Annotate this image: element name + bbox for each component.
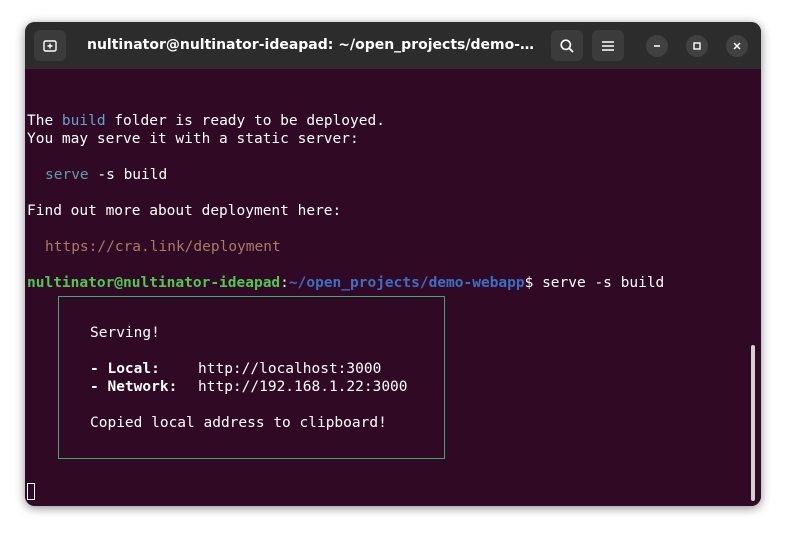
title-bar: nultinator@nultinator-ideapad: ~/open_pr… (25, 22, 761, 69)
serve-keyword: serve (45, 167, 89, 183)
output-line-deployment-info: Find out more about deployment here: (27, 203, 342, 219)
hamburger-menu-icon (602, 40, 614, 51)
maximize-button[interactable] (686, 35, 708, 57)
text-segment: The (27, 113, 62, 129)
network-label: - Network: (90, 379, 178, 395)
clipboard-notice: Copied local address to clipboard! (90, 415, 387, 431)
terminal-window: nultinator@nultinator-ideapad: ~/open_pr… (25, 22, 761, 506)
close-icon (733, 42, 741, 50)
local-url[interactable]: http://localhost:3000 (198, 361, 381, 377)
output-line-build-ready: The build folder is ready to be deployed… (27, 112, 385, 130)
search-button[interactable] (551, 30, 583, 61)
menu-button[interactable] (592, 30, 624, 61)
shell-prompt-line: nultinator@nultinator-ideapad:~/open_pro… (27, 274, 664, 292)
text-segment: folder is ready to be deployed. (105, 113, 385, 129)
serving-status: Serving! (90, 325, 160, 341)
local-label: - Local: (90, 361, 160, 377)
minimize-icon (654, 45, 660, 47)
close-button[interactable] (726, 35, 748, 57)
serve-status-box: Serving! - Local: http://localhost:3000 -… (58, 296, 445, 459)
network-address-row: - Network: http://192.168.1.22:3000 (90, 378, 408, 396)
terminal-output[interactable]: The build folder is ready to be deployed… (25, 69, 761, 506)
prompt-user-host: nultinator@nultinator-ideapad (27, 275, 281, 291)
prompt-command: serve -s build (533, 275, 665, 291)
minimize-button[interactable] (646, 35, 668, 57)
new-tab-icon (43, 39, 57, 52)
serve-command-example: serve -s build (45, 166, 167, 184)
prompt-path: ~/open_projects/demo-webapp (288, 275, 525, 291)
new-tab-button[interactable] (34, 30, 66, 61)
network-url[interactable]: http://192.168.1.22:3000 (198, 379, 408, 395)
prompt-separator: : (280, 275, 289, 291)
build-keyword: build (61, 113, 106, 129)
text-cursor (27, 483, 35, 500)
local-address-row: - Local: http://localhost:3000 (90, 360, 381, 378)
deployment-link[interactable]: https://cra.link/deployment (45, 238, 281, 256)
search-icon (560, 38, 574, 53)
serve-args: -s build (88, 167, 168, 183)
scrollbar-thumb[interactable] (751, 345, 755, 501)
maximize-icon (693, 42, 701, 50)
window-title: nultinator@nultinator-ideapad: ~/open_pr… (87, 37, 537, 53)
output-line-serve-hint: You may serve it with a static server: (27, 131, 359, 147)
